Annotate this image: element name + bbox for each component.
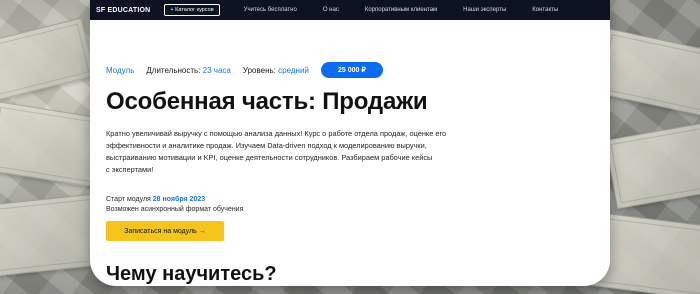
banknote-image	[0, 193, 104, 279]
course-hero: Модуль Длительность: 23 часа Уровень: ср…	[90, 62, 610, 286]
banknote-image	[604, 120, 700, 210]
duration-value: 23 часа	[202, 65, 231, 75]
course-description: Кратно увеличивай выручку с помощью анал…	[106, 128, 594, 176]
catalog-button[interactable]: + Каталог курсов	[164, 4, 220, 16]
description-line: эффективности и аналитике продаж. Изучае…	[106, 141, 427, 150]
nav-item-about[interactable]: О нас	[323, 7, 339, 13]
level-value: средний	[278, 65, 309, 75]
course-meta: Модуль Длительность: 23 часа Уровень: ср…	[106, 62, 594, 78]
nav-item-experts[interactable]: Наши эксперты	[463, 7, 506, 13]
start-label: Старт модуля	[106, 196, 151, 203]
description-line: Кратно увеличивай выручку с помощью анал…	[106, 129, 447, 138]
duration-label: Длительность:	[146, 65, 201, 75]
banknote-image	[0, 17, 96, 103]
nav-item-corporate[interactable]: Корпоративным клиентам	[365, 7, 437, 13]
start-info: Старт модуля 28 ноября 2023	[106, 196, 594, 203]
top-navigation: SF EDUCATION + Каталог курсов Учитесь бе…	[90, 0, 610, 20]
description-line: выстраиванию мотивации и KPI, оценке дея…	[106, 153, 433, 162]
nav-item-free-learning[interactable]: Учитесь бесплатно	[244, 7, 297, 13]
type-link[interactable]: Модуль	[106, 66, 134, 75]
async-note: Возможен асинхронный формат обучения	[106, 206, 244, 213]
description-line: с экспертами!	[106, 165, 154, 174]
start-date: 28 ноября 2023	[152, 196, 206, 203]
enroll-button[interactable]: Записаться на модуль →	[106, 221, 224, 241]
site-logo[interactable]: SF EDUCATION	[96, 7, 150, 14]
banknote-image	[594, 28, 700, 118]
level-label: Уровень:	[242, 65, 276, 75]
course-page-card: SF EDUCATION + Каталог курсов Учитесь бе…	[90, 0, 610, 286]
nav-item-contacts[interactable]: Контакты	[532, 7, 558, 13]
price-button[interactable]: 25 000 ₽	[320, 62, 383, 78]
learn-heading: Чему научитесь?	[106, 263, 277, 285]
course-title: Особенная часть: Продажи	[106, 88, 428, 115]
